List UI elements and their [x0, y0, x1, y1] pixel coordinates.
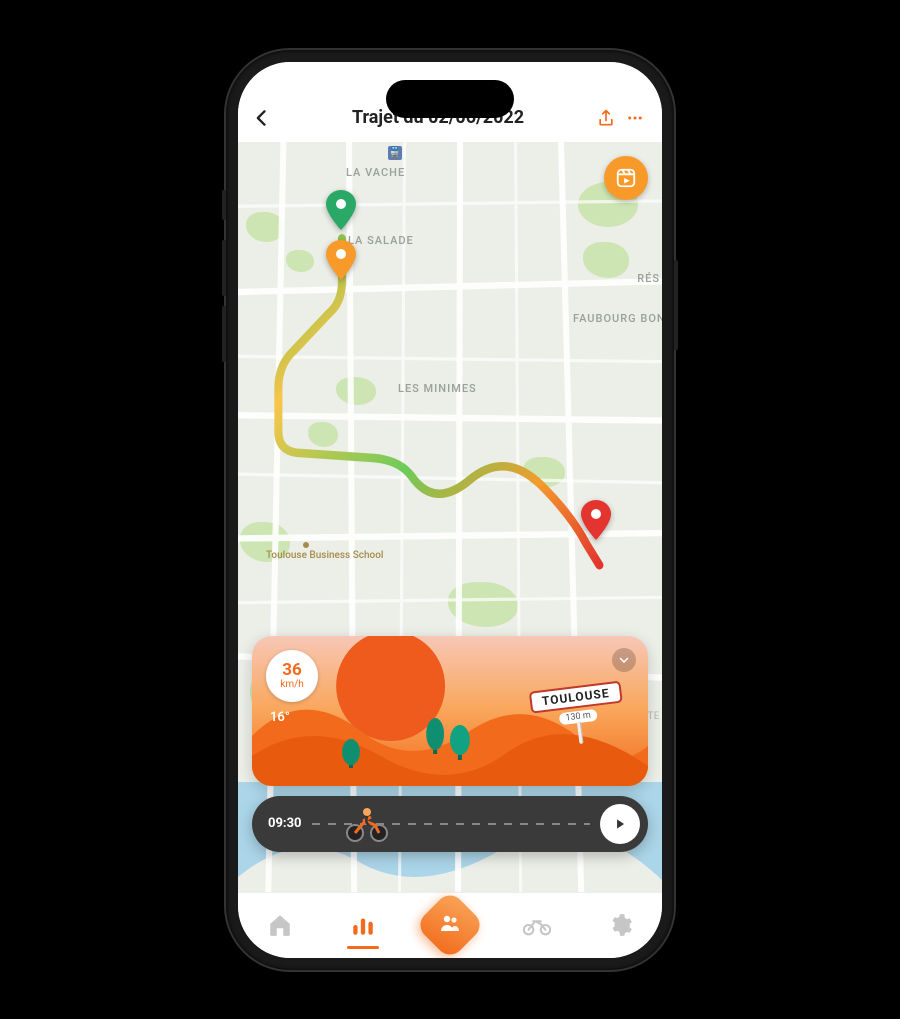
timeline-bar[interactable]: 09:30 [252, 796, 648, 852]
phone-mute-switch [222, 190, 226, 220]
nav-social[interactable] [415, 890, 486, 958]
chevron-down-icon [618, 654, 630, 666]
phone-power-button [674, 260, 678, 350]
nav-settings[interactable] [598, 903, 642, 947]
phone-volume-up [222, 240, 226, 296]
play-button[interactable] [600, 804, 640, 844]
phone-frame: Trajet du 02/06/2022 [226, 50, 674, 970]
dynamic-island [386, 80, 514, 118]
timeline-time: 09:30 [268, 816, 302, 831]
checkpoint-pin[interactable] [326, 240, 356, 280]
temperature-value: 16° [270, 710, 290, 725]
home-icon [267, 912, 293, 938]
phone-volume-down [222, 306, 226, 362]
stats-icon [350, 912, 376, 938]
nav-stats[interactable] [341, 903, 385, 947]
bottom-nav [238, 892, 662, 958]
speed-unit: km/h [280, 679, 303, 690]
trip-info-card[interactable]: 36 km/h 16° TOULOUSE 130 m [252, 636, 648, 786]
social-icon [438, 911, 462, 935]
video-reel-icon [615, 167, 637, 189]
more-button[interactable] [626, 109, 644, 127]
gear-icon [607, 912, 633, 938]
start-pin[interactable] [326, 190, 356, 230]
play-icon [613, 817, 627, 831]
ellipsis-icon [626, 109, 644, 127]
nav-moto[interactable] [515, 903, 559, 947]
city-sign: TOULOUSE 130 m [529, 680, 627, 749]
moto-icon [522, 912, 552, 938]
moto-marker[interactable] [345, 803, 389, 843]
chevron-left-icon [252, 108, 272, 128]
map-view[interactable]: LA VACHE LA SALADE LES MINIMES FAUBOURG … [238, 142, 662, 892]
collapse-card-button[interactable] [612, 648, 636, 672]
speed-badge: 36 km/h [266, 650, 318, 702]
nav-home[interactable] [258, 903, 302, 947]
share-icon [596, 108, 616, 128]
back-button[interactable] [238, 94, 286, 142]
share-button[interactable] [596, 108, 616, 128]
end-pin[interactable] [581, 500, 611, 540]
phone-screen: Trajet du 02/06/2022 [238, 62, 662, 958]
video-replay-button[interactable] [604, 156, 648, 200]
motorcycle-icon [345, 803, 389, 843]
timeline-track[interactable] [312, 823, 591, 825]
speed-value: 36 [282, 662, 302, 679]
